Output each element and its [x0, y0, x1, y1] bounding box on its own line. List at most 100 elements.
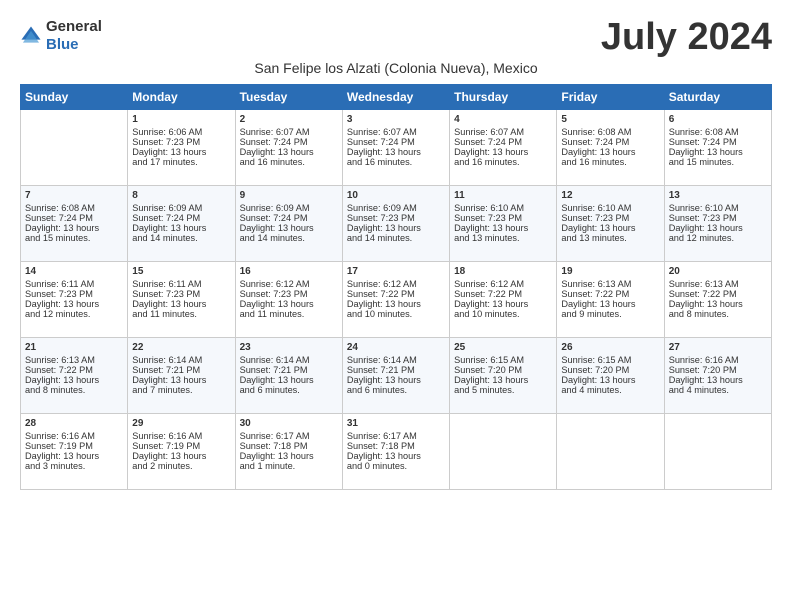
- cell-text: Sunrise: 6:17 AM: [240, 431, 338, 441]
- cell-text: and 16 minutes.: [347, 157, 445, 167]
- cell-text: Daylight: 13 hours: [561, 223, 659, 233]
- cell-text: Sunrise: 6:09 AM: [132, 203, 230, 213]
- cell-text: Sunrise: 6:08 AM: [669, 127, 767, 137]
- day-number: 10: [347, 190, 445, 201]
- col-header-saturday: Saturday: [664, 85, 771, 110]
- calendar-cell: 9Sunrise: 6:09 AMSunset: 7:24 PMDaylight…: [235, 186, 342, 262]
- col-header-sunday: Sunday: [21, 85, 128, 110]
- calendar-cell: 4Sunrise: 6:07 AMSunset: 7:24 PMDaylight…: [450, 110, 557, 186]
- cell-text: Daylight: 13 hours: [240, 299, 338, 309]
- calendar-cell: [664, 414, 771, 490]
- cell-text: Daylight: 13 hours: [240, 147, 338, 157]
- calendar-cell: 19 Sunrise: 6:13 AMSunset: 7:22 PMDayligh…: [557, 262, 664, 338]
- calendar-cell: 20Sunrise: 6:13 AMSunset: 7:22 PMDayligh…: [664, 262, 771, 338]
- cell-text: and 14 minutes.: [132, 233, 230, 243]
- calendar-cell: 27Sunrise: 6:16 AMSunset: 7:20 PMDayligh…: [664, 338, 771, 414]
- cell-text: Daylight: 13 hours: [669, 299, 767, 309]
- cell-text: and 9 minutes.: [561, 309, 659, 319]
- cell-text: Sunset: 7:23 PM: [25, 289, 123, 299]
- cell-text: and 11 minutes.: [240, 309, 338, 319]
- cell-text: Sunset: 7:23 PM: [669, 213, 767, 223]
- calendar-cell: 21Sunrise: 6:13 AMSunset: 7:22 PMDayligh…: [21, 338, 128, 414]
- cell-text: Sunrise: 6:14 AM: [132, 355, 230, 365]
- cell-text: Daylight: 13 hours: [240, 375, 338, 385]
- cell-text: Sunrise: 6:07 AM: [240, 127, 338, 137]
- calendar-cell: 25Sunrise: 6:15 AMSunset: 7:20 PMDayligh…: [450, 338, 557, 414]
- day-number: 12: [561, 190, 659, 201]
- cell-text: Sunset: 7:20 PM: [669, 365, 767, 375]
- day-number: 28: [25, 418, 123, 429]
- calendar-cell: 22Sunrise: 6:14 AMSunset: 7:21 PMDayligh…: [128, 338, 235, 414]
- calendar-cell: 11Sunrise: 6:10 AMSunset: 7:23 PMDayligh…: [450, 186, 557, 262]
- cell-text: Daylight: 13 hours: [132, 223, 230, 233]
- cell-text: Sunrise: 6:15 AM: [561, 355, 659, 365]
- cell-text: and 17 minutes.: [132, 157, 230, 167]
- cell-text: and 7 minutes.: [132, 385, 230, 395]
- cell-text: and 1 minute.: [240, 461, 338, 471]
- day-number: 18: [454, 266, 552, 277]
- cell-text: Sunrise: 6:10 AM: [669, 203, 767, 213]
- day-number: 26: [561, 342, 659, 353]
- cell-text: Sunset: 7:22 PM: [561, 289, 659, 299]
- cell-text: Daylight: 13 hours: [132, 147, 230, 157]
- day-number: 11: [454, 190, 552, 201]
- day-number: 24: [347, 342, 445, 353]
- cell-text: and 13 minutes.: [561, 233, 659, 243]
- day-number: 19: [561, 266, 659, 277]
- day-number: 4: [454, 114, 552, 125]
- cell-text: and 10 minutes.: [454, 309, 552, 319]
- logo-icon: [20, 25, 42, 47]
- cell-text: and 15 minutes.: [25, 233, 123, 243]
- cell-text: Daylight: 13 hours: [454, 299, 552, 309]
- cell-text: Sunset: 7:24 PM: [240, 213, 338, 223]
- calendar-cell: 30Sunrise: 6:17 AMSunset: 7:18 PMDayligh…: [235, 414, 342, 490]
- cell-text: Sunset: 7:24 PM: [132, 213, 230, 223]
- col-header-thursday: Thursday: [450, 85, 557, 110]
- calendar-cell: 3Sunrise: 6:07 AMSunset: 7:24 PMDaylight…: [342, 110, 449, 186]
- cell-text: Daylight: 13 hours: [25, 223, 123, 233]
- cell-text: Daylight: 13 hours: [454, 147, 552, 157]
- cell-text: Daylight: 13 hours: [454, 223, 552, 233]
- cell-text: and 15 minutes.: [669, 157, 767, 167]
- subtitle: San Felipe los Alzati (Colonia Nueva), M…: [20, 60, 772, 76]
- cell-text: Sunset: 7:24 PM: [240, 137, 338, 147]
- cell-text: Sunset: 7:23 PM: [561, 213, 659, 223]
- day-number: 23: [240, 342, 338, 353]
- cell-text: and 16 minutes.: [561, 157, 659, 167]
- cell-text: and 3 minutes.: [25, 461, 123, 471]
- cell-text: Daylight: 13 hours: [561, 299, 659, 309]
- cell-text: and 16 minutes.: [240, 157, 338, 167]
- logo: General Blue: [20, 18, 102, 54]
- cell-text: Sunrise: 6:13 AM: [25, 355, 123, 365]
- day-number: 25: [454, 342, 552, 353]
- cell-text: Sunrise: 6:15 AM: [454, 355, 552, 365]
- cell-text: Sunrise: 6:13 AM: [561, 279, 659, 289]
- cell-text: Sunset: 7:22 PM: [25, 365, 123, 375]
- day-number: 2: [240, 114, 338, 125]
- cell-text: Sunset: 7:19 PM: [25, 441, 123, 451]
- cell-text: and 8 minutes.: [669, 309, 767, 319]
- day-number: 7: [25, 190, 123, 201]
- cell-text: Sunrise: 6:16 AM: [132, 431, 230, 441]
- cell-text: Sunrise: 6:11 AM: [25, 279, 123, 289]
- calendar-cell: 1Sunrise: 6:06 AMSunset: 7:23 PMDaylight…: [128, 110, 235, 186]
- cell-text: Sunset: 7:24 PM: [561, 137, 659, 147]
- cell-text: Sunrise: 6:12 AM: [240, 279, 338, 289]
- cell-text: and 11 minutes.: [132, 309, 230, 319]
- calendar-cell: 26Sunrise: 6:15 AMSunset: 7:20 PMDayligh…: [557, 338, 664, 414]
- cell-text: Sunset: 7:23 PM: [240, 289, 338, 299]
- cell-text: Sunrise: 6:08 AM: [25, 203, 123, 213]
- cell-text: Sunrise: 6:14 AM: [240, 355, 338, 365]
- cell-text: Sunset: 7:24 PM: [347, 137, 445, 147]
- cell-text: Sunset: 7:23 PM: [132, 137, 230, 147]
- cell-text: Sunset: 7:22 PM: [454, 289, 552, 299]
- month-title: July 2024: [601, 18, 772, 56]
- cell-text: and 14 minutes.: [240, 233, 338, 243]
- cell-text: Daylight: 13 hours: [347, 375, 445, 385]
- cell-text: and 12 minutes.: [669, 233, 767, 243]
- cell-text: Sunrise: 6:09 AM: [240, 203, 338, 213]
- cell-text: Daylight: 13 hours: [347, 299, 445, 309]
- cell-text: Sunrise: 6:13 AM: [669, 279, 767, 289]
- cell-text: and 5 minutes.: [454, 385, 552, 395]
- cell-text: Sunrise: 6:06 AM: [132, 127, 230, 137]
